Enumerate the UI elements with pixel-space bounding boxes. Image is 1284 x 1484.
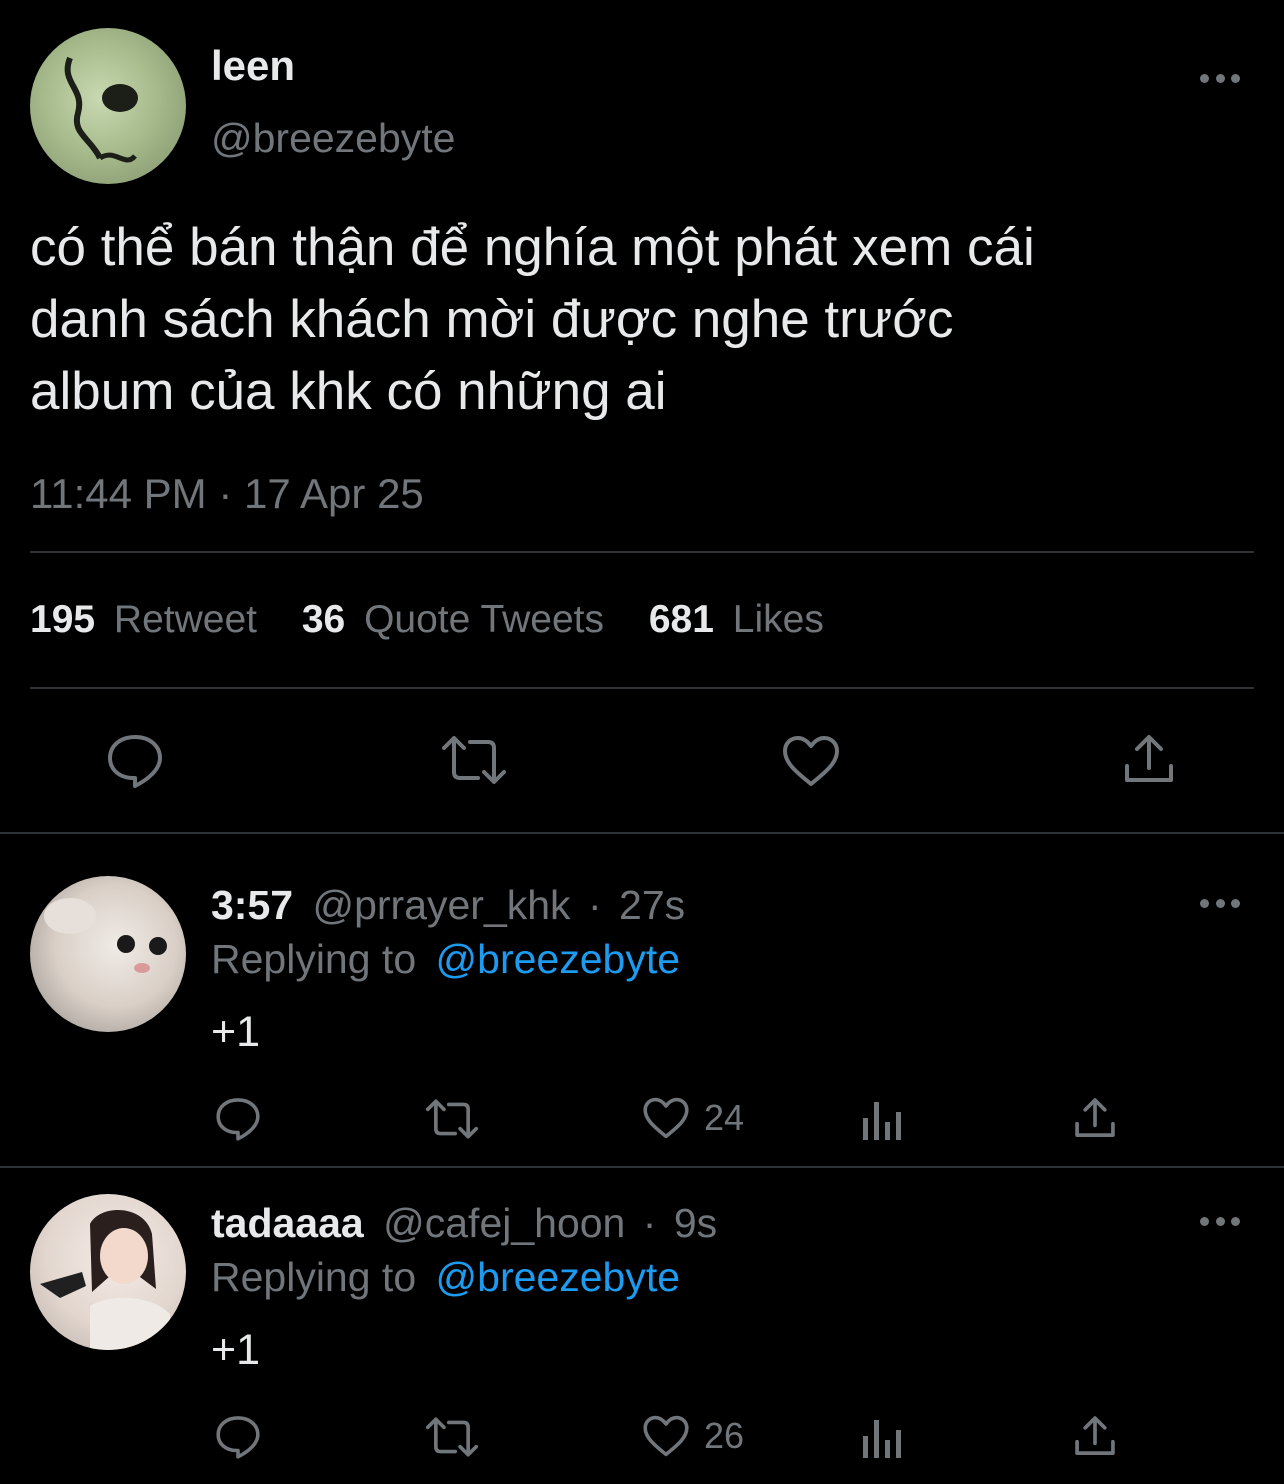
more-options-button[interactable] bbox=[1200, 897, 1240, 909]
retweet-arrows-icon bbox=[425, 1417, 479, 1457]
likes-label: Likes bbox=[732, 598, 824, 641]
heart-icon bbox=[643, 1097, 689, 1139]
tweet-text-line: album của khk có những ai bbox=[30, 362, 667, 421]
replying-to: Replying to @breezebyte bbox=[211, 1254, 680, 1301]
speech-bubble-icon bbox=[216, 1098, 260, 1141]
retweet-button[interactable] bbox=[424, 1416, 480, 1458]
reply-handle[interactable]: @prrayer_khk bbox=[312, 882, 570, 928]
reply-time[interactable]: 27s bbox=[619, 882, 685, 928]
avatar-image bbox=[64, 56, 138, 163]
share-upload-icon bbox=[1125, 735, 1173, 782]
quote-label: Quote Tweets bbox=[364, 598, 605, 641]
divider bbox=[30, 551, 1254, 553]
replying-to-handle[interactable]: @breezebyte bbox=[436, 936, 680, 982]
more-options-button[interactable] bbox=[1200, 72, 1240, 84]
reply-text: +1 bbox=[211, 1326, 261, 1374]
tweet-stats: 195 Retweet 36 Quote Tweets 681 Likes bbox=[30, 598, 824, 642]
retweet-arrows-icon bbox=[425, 1099, 479, 1139]
tweet-text: có thể bán thận để nghía một phát xem cá… bbox=[30, 212, 1035, 428]
bar-chart-icon bbox=[863, 1420, 901, 1458]
share-button[interactable] bbox=[1073, 1096, 1117, 1140]
retweet-label: Retweet bbox=[113, 598, 257, 641]
reply-avatar[interactable] bbox=[30, 1194, 186, 1350]
reply-header: tadaaaa @cafej_hoon · 9s bbox=[211, 1200, 717, 1247]
like-button[interactable] bbox=[781, 734, 841, 788]
share-button[interactable] bbox=[1122, 732, 1176, 786]
quote-stat[interactable]: 36 Quote Tweets bbox=[302, 598, 615, 641]
tweet-text-line: danh sách khách mời được nghe trước bbox=[30, 290, 954, 349]
divider bbox=[0, 1166, 1284, 1168]
replying-to: Replying to @breezebyte bbox=[211, 936, 680, 983]
reply-display-name[interactable]: 3:57 bbox=[211, 882, 293, 928]
reply-button[interactable] bbox=[105, 732, 165, 790]
tweet-text-line: có thể bán thận để nghía một phát xem cá… bbox=[30, 218, 1035, 277]
replying-to-handle[interactable]: @breezebyte bbox=[436, 1254, 680, 1300]
views-button[interactable] bbox=[860, 1098, 904, 1142]
retweet-arrows-icon bbox=[442, 736, 506, 784]
author-handle[interactable]: @breezebyte bbox=[211, 115, 455, 162]
reply-display-name[interactable]: tadaaaa bbox=[211, 1200, 364, 1246]
reply-avatar[interactable] bbox=[30, 876, 186, 1032]
avatar-image bbox=[40, 1210, 170, 1350]
likes-count: 681 bbox=[648, 598, 714, 641]
bar-chart-icon bbox=[863, 1102, 901, 1140]
like-button[interactable]: 26 bbox=[642, 1414, 744, 1458]
more-dots-icon bbox=[1200, 898, 1209, 908]
views-button[interactable] bbox=[860, 1416, 904, 1460]
author-display-name[interactable]: leen bbox=[211, 42, 295, 90]
like-button[interactable]: 24 bbox=[642, 1096, 744, 1140]
divider bbox=[0, 832, 1284, 834]
retweet-count: 195 bbox=[30, 598, 96, 641]
reply-button[interactable] bbox=[214, 1414, 262, 1460]
speech-bubble-icon bbox=[216, 1416, 260, 1459]
retweet-button[interactable] bbox=[440, 734, 508, 786]
like-count: 24 bbox=[704, 1097, 745, 1138]
speech-bubble-icon bbox=[108, 735, 162, 788]
replying-label: Replying to bbox=[211, 1254, 417, 1300]
retweet-button[interactable] bbox=[424, 1098, 480, 1140]
separator-dot: · bbox=[587, 882, 602, 928]
author-avatar[interactable] bbox=[30, 28, 186, 184]
reply-text: +1 bbox=[211, 1008, 261, 1056]
more-dots-icon bbox=[1200, 1216, 1209, 1226]
share-button[interactable] bbox=[1073, 1414, 1117, 1458]
more-options-button[interactable] bbox=[1200, 1215, 1240, 1227]
heart-icon bbox=[783, 736, 839, 786]
retweet-stat[interactable]: 195 Retweet bbox=[30, 598, 268, 641]
separator-dot: · bbox=[642, 1200, 657, 1246]
avatar-image bbox=[44, 898, 167, 973]
heart-icon bbox=[643, 1415, 689, 1457]
reply-button[interactable] bbox=[214, 1096, 262, 1142]
reply-time[interactable]: 9s bbox=[674, 1200, 717, 1246]
replying-label: Replying to bbox=[211, 936, 417, 982]
share-upload-icon bbox=[1075, 1416, 1115, 1455]
reply-handle[interactable]: @cafej_hoon bbox=[383, 1200, 625, 1246]
more-dots-icon bbox=[1200, 73, 1209, 83]
divider bbox=[30, 687, 1254, 689]
like-count: 26 bbox=[704, 1415, 745, 1456]
likes-stat[interactable]: 681 Likes bbox=[649, 598, 824, 641]
reply-header: 3:57 @prrayer_khk · 27s bbox=[211, 882, 685, 929]
quote-count: 36 bbox=[301, 598, 346, 641]
tweet-timestamp[interactable]: 11:44 PM · 17 Apr 25 bbox=[30, 470, 424, 518]
share-upload-icon bbox=[1075, 1098, 1115, 1137]
